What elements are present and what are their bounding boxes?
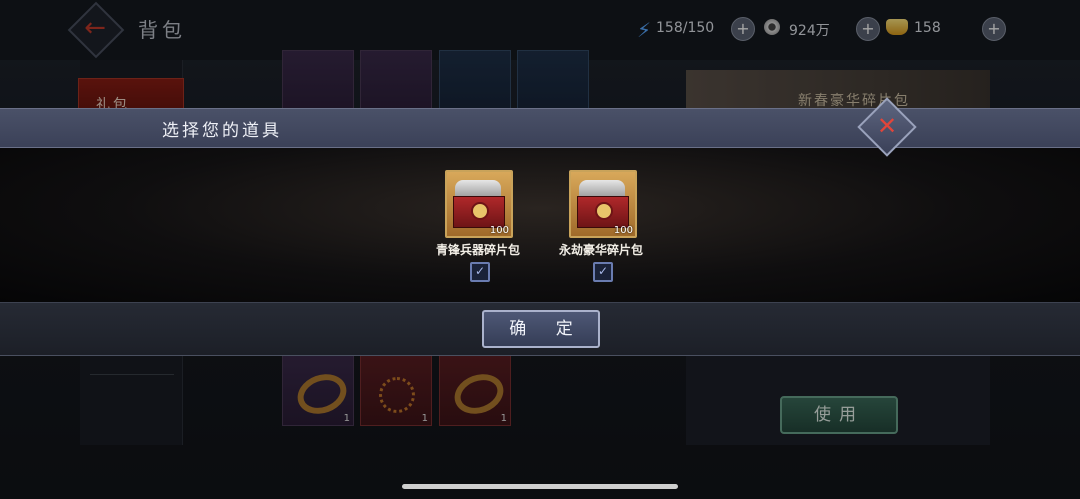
item-name: 青锋兵器碎片包	[435, 243, 520, 257]
item-checkbox[interactable]: ✓	[593, 262, 613, 282]
item-count: 100	[489, 225, 509, 236]
item-name: 永劫豪华碎片包	[558, 243, 643, 257]
item-icon-chest[interactable]: 100	[445, 170, 513, 238]
chest-emblem-icon	[595, 202, 613, 220]
close-icon: ✕	[876, 112, 898, 140]
home-indicator[interactable]	[402, 484, 678, 489]
item-count: 100	[613, 225, 633, 236]
modal-body	[0, 146, 1080, 302]
chest-emblem-icon	[471, 202, 489, 220]
item-checkbox[interactable]: ✓	[470, 262, 490, 282]
confirm-button[interactable]: 确 定	[482, 310, 600, 348]
item-icon-chest[interactable]: 100	[569, 170, 637, 238]
modal-title: 选择您的道具	[162, 121, 282, 141]
